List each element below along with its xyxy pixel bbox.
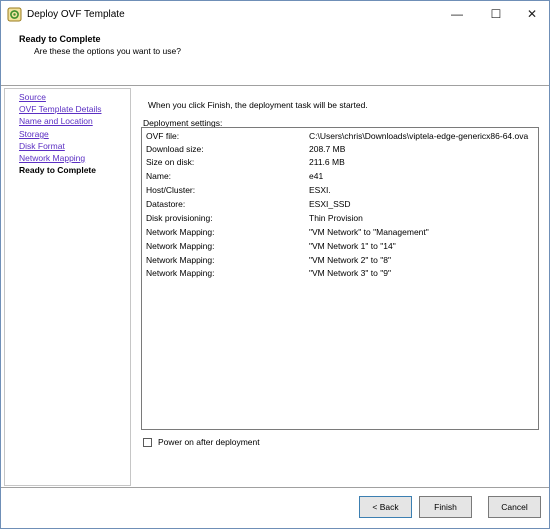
ovf-template-icon [7,7,22,22]
maximize-button[interactable]: ☐ [481,5,511,23]
settings-row: Network Mapping: "VM Network" to "Manage… [142,226,538,239]
minimize-button[interactable]: — [442,5,472,23]
nav-step-disk-format[interactable]: Disk Format [19,141,65,151]
wizard-steps-nav: Source OVF Template Details Name and Loc… [4,88,131,486]
setting-key: Datastore: [146,199,186,209]
settings-row: OVF file: C:\Users\chris\Downloads\vipte… [142,130,538,143]
setting-key: Host/Cluster: [146,185,196,195]
setting-value: "VM Network 1" to "14" [309,241,396,251]
nav-step-ready-to-complete: Ready to Complete [19,165,96,175]
setting-value: 208.7 MB [309,144,346,154]
deploy-ovf-window: Deploy OVF Template — ☐ ✕ Ready to Compl… [0,0,550,529]
nav-step-network-mapping[interactable]: Network Mapping [19,153,85,163]
setting-value: ESXI_SSD [309,199,351,209]
wizard-footer: < Back Finish Cancel [1,487,549,528]
setting-value: "VM Network 3" to "9" [309,268,391,278]
setting-key: Disk provisioning: [146,213,213,223]
settings-row: Size on disk: 211.6 MB [142,156,538,169]
finish-intro-text: When you click Finish, the deployment ta… [148,100,368,110]
setting-value: e41 [309,171,324,181]
setting-key: Download size: [146,144,204,154]
cancel-button[interactable]: Cancel [488,496,541,518]
setting-key: Network Mapping: [146,255,215,265]
back-button[interactable]: < Back [359,496,412,518]
settings-row: Datastore: ESXI_SSD [142,198,538,211]
settings-row: Host/Cluster: ESXI. [142,184,538,197]
deployment-settings-list[interactable]: OVF file: C:\Users\chris\Downloads\vipte… [141,127,539,430]
power-on-label[interactable]: Power on after deployment [158,437,260,447]
wizard-header: Ready to Complete Are these the options … [1,28,549,86]
setting-value: C:\Users\chris\Downloads\viptela-edge-ge… [309,131,529,141]
main-panel: When you click Finish, the deployment ta… [132,88,548,486]
setting-value: 211.6 MB [309,157,345,167]
settings-row: Name: e41 [142,170,538,183]
setting-value: Thin Provision [309,213,363,223]
setting-key: Name: [146,171,172,181]
page-title: Ready to Complete [19,34,101,44]
finish-button[interactable]: Finish [419,496,472,518]
setting-value: "VM Network 2" to "8" [309,255,391,265]
setting-key: Network Mapping: [146,227,215,237]
nav-step-source[interactable]: Source [19,92,46,102]
nav-step-name-and-location[interactable]: Name and Location [19,116,93,126]
setting-key: Network Mapping: [146,241,215,251]
setting-key: Network Mapping: [146,268,215,278]
window-title: Deploy OVF Template [27,9,125,20]
title-bar: Deploy OVF Template — ☐ ✕ [1,1,549,28]
page-subtitle: Are these the options you want to use? [34,46,181,56]
power-on-checkbox[interactable] [143,438,152,447]
settings-row: Network Mapping: "VM Network 1" to "14" [142,240,538,253]
settings-row: Download size: 208.7 MB [142,143,538,156]
setting-value: ESXI. [309,185,331,195]
nav-step-ovf-template-details[interactable]: OVF Template Details [19,104,102,114]
setting-key: OVF file: [146,131,180,141]
settings-row: Disk provisioning: Thin Provision [142,212,538,225]
settings-row: Network Mapping: "VM Network 3" to "9" [142,267,538,280]
settings-row: Network Mapping: "VM Network 2" to "8" [142,254,538,267]
nav-step-storage[interactable]: Storage [19,129,49,139]
close-button[interactable]: ✕ [517,5,547,23]
setting-key: Size on disk: [146,157,195,167]
setting-value: "VM Network" to "Management" [309,227,429,237]
